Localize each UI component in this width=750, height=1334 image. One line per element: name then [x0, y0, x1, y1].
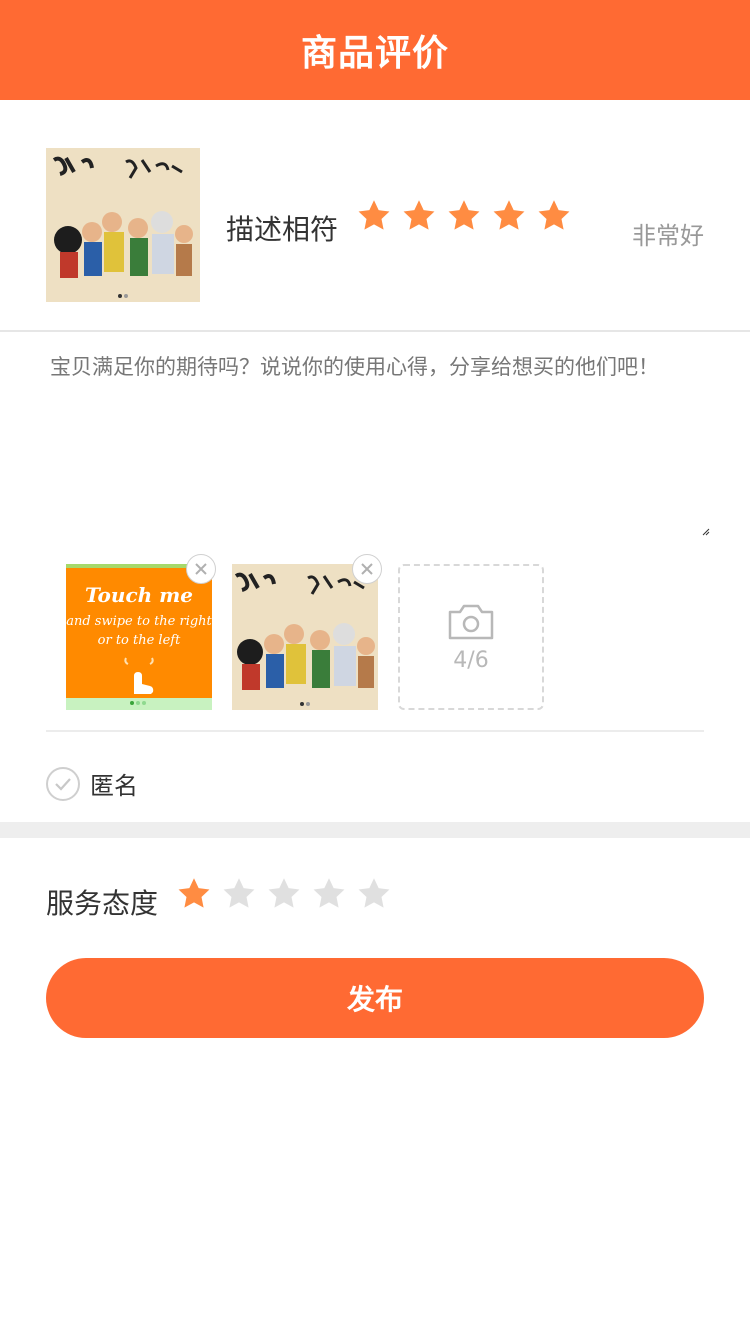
review-page: 商品评价 描述相符 非常好 宝贝满足你的期待吗？说说你的使用心得，分享给想买的他…: [0, 0, 750, 1334]
close-icon: [361, 563, 373, 575]
touch-line-3: or to the left: [98, 633, 181, 648]
touch-line-1: Touch me: [85, 583, 193, 607]
section-separator: [0, 822, 750, 838]
star-icon[interactable]: [356, 198, 392, 234]
product-thumbnail: [46, 148, 200, 302]
app-header: 商品评价: [0, 0, 750, 100]
check-icon: [55, 777, 71, 791]
remove-image-button[interactable]: [352, 554, 382, 584]
resize-handle-icon[interactable]: [702, 528, 710, 536]
star-icon[interactable]: [491, 198, 527, 234]
remove-image-button[interactable]: [186, 554, 216, 584]
product-rating-label: 描述相符: [226, 213, 339, 246]
product-rating-row: 描述相符 非常好: [0, 100, 750, 332]
add-photo-button[interactable]: 4/6: [398, 564, 544, 710]
comic-image: [232, 564, 378, 710]
camera-icon: [448, 604, 494, 639]
star-icon[interactable]: [401, 198, 437, 234]
star-icon[interactable]: [311, 876, 347, 912]
star-icon[interactable]: [536, 198, 572, 234]
touch-line-2: and swipe to the right: [66, 614, 212, 629]
anonymous-checkbox[interactable]: [46, 766, 80, 801]
close-icon: [195, 563, 207, 575]
anonymous-toggle[interactable]: 匿名: [46, 766, 138, 801]
review-textarea[interactable]: [46, 350, 710, 540]
touch-image: Touch me and swipe to the right or to th…: [66, 564, 212, 710]
star-icon[interactable]: [221, 876, 257, 912]
star-icon[interactable]: [446, 198, 482, 234]
photo-count: 4/6: [453, 647, 489, 673]
divider: [46, 730, 704, 732]
star-icon[interactable]: [176, 876, 212, 912]
service-star-rating: [176, 876, 392, 912]
anonymous-label: 匿名: [90, 772, 138, 800]
service-rating-label: 服务态度: [46, 887, 159, 920]
publish-button[interactable]: 发布: [46, 958, 704, 1038]
star-icon[interactable]: [356, 876, 392, 912]
uploaded-image-comic[interactable]: [232, 554, 382, 710]
rating-text: 非常好: [632, 222, 704, 250]
image-uploader: Touch me and swipe to the right or to th…: [66, 554, 666, 710]
page-title: 商品评价: [300, 33, 449, 74]
product-star-rating: [356, 198, 572, 234]
star-icon[interactable]: [266, 876, 302, 912]
uploaded-image-touch[interactable]: Touch me and swipe to the right or to th…: [66, 554, 216, 710]
